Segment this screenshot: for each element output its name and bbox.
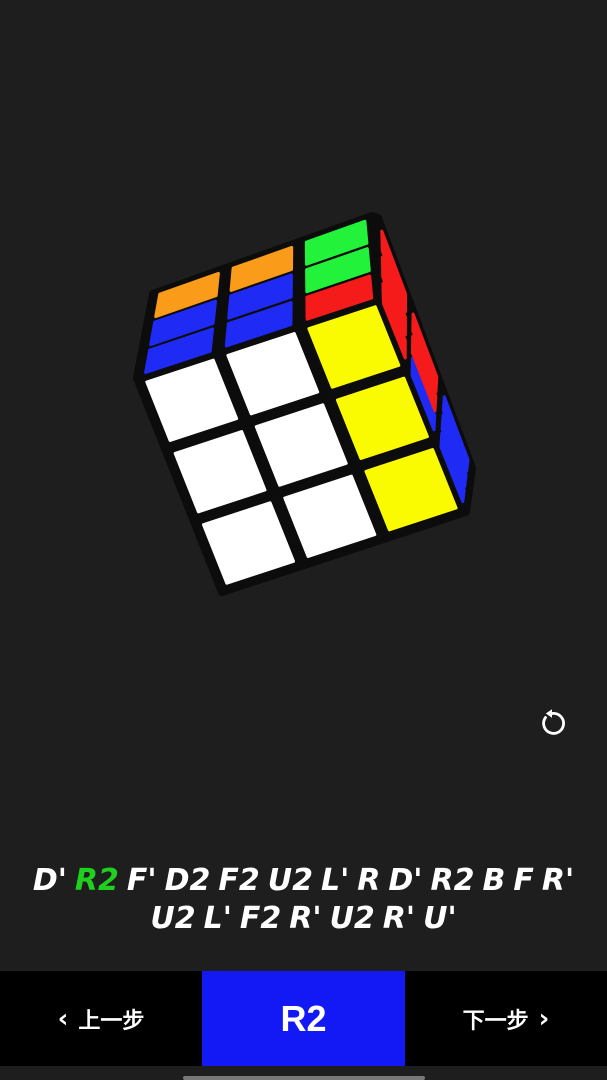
home-indicator (183, 1076, 425, 1080)
move-token: F2 (218, 863, 260, 898)
chevron-right-icon: › (538, 1003, 550, 1034)
reset-view-button[interactable] (532, 703, 572, 743)
current-move-button[interactable]: R2 (202, 971, 405, 1066)
move-token: D' (388, 863, 423, 898)
move-token-active: R2 (74, 863, 119, 898)
current-move-label: R2 (280, 997, 327, 1039)
move-token: R' (541, 863, 575, 898)
move-sequence: D' R2 F' D2 F2 U2 L' R D' R2 B F R' U2 L' F2 R' U2 R' U' (0, 862, 607, 938)
chevron-left-icon: ‹ (57, 1003, 69, 1034)
move-token: R' (382, 901, 416, 936)
move-sequence-line-2: U2 L' F2 R' U2 R' U' (0, 900, 607, 938)
rubiks-cube-view[interactable] (0, 0, 607, 820)
move-token: R2 (430, 863, 475, 898)
move-token: R (357, 863, 381, 898)
bottom-nav-bar: ‹ 上一步 R2 下一步 › (0, 971, 607, 1066)
move-sequence-line-1: D' R2 F' D2 F2 U2 L' R D' R2 B F R' (0, 862, 607, 900)
move-token: R' (289, 901, 322, 936)
move-token: U2 (150, 901, 196, 936)
move-token: L' (203, 901, 232, 936)
rotate-ccw-icon (542, 709, 565, 735)
next-step-button[interactable]: 下一步 › (405, 971, 607, 1066)
previous-step-label: 上一步 (78, 1008, 145, 1034)
move-token: U2 (267, 863, 313, 898)
previous-step-button[interactable]: ‹ 上一步 (0, 971, 202, 1066)
move-token: U' (423, 901, 457, 936)
move-token: L' (320, 863, 350, 898)
move-token: D2 (164, 863, 211, 898)
move-token: U2 (329, 901, 375, 936)
move-token: D' (32, 863, 67, 898)
move-token: F' (126, 863, 157, 898)
move-token: F2 (239, 901, 282, 936)
move-token: F (513, 863, 534, 898)
move-token: B (482, 863, 506, 898)
home-indicator-bar (0, 1066, 607, 1080)
next-step-label: 下一步 (462, 1008, 529, 1034)
